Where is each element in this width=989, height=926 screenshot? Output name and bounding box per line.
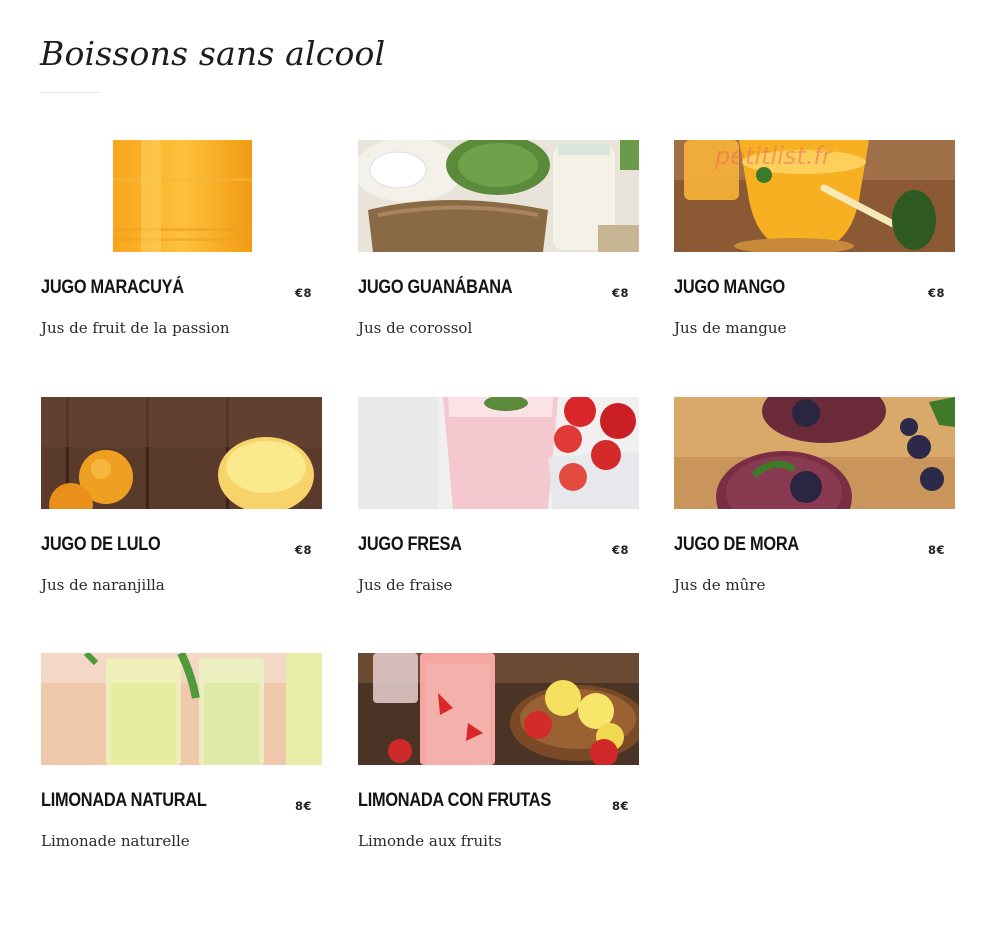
item-price: 8€ (294, 799, 312, 813)
item-description: Limonde aux fruits (358, 832, 502, 850)
drink-photo-mora (674, 397, 955, 509)
item-price: €8 (611, 543, 629, 557)
drink-photo-maracuya (41, 140, 322, 252)
item-description: Jus de fruit de la passion (41, 319, 230, 337)
drink-photo-lulo (41, 397, 322, 509)
item-name: JUGO DE MORA (674, 534, 799, 555)
item-price: €8 (611, 286, 629, 300)
item-price: 8€ (611, 799, 629, 813)
item-name: JUGO FRESA (358, 534, 462, 555)
item-description: Jus de mangue (674, 319, 787, 337)
item-description: Limonade naturelle (41, 832, 190, 850)
drink-photo-limonada-natural (41, 653, 322, 765)
item-price: €8 (294, 543, 312, 557)
item-description: Jus de naranjilla (41, 576, 165, 594)
drink-photo-limonada-con-frutas (358, 653, 639, 765)
item-price: 8€ (927, 543, 945, 557)
item-description: Jus de corossol (358, 319, 473, 337)
item-price: €8 (294, 286, 312, 300)
item-name: LIMONADA CON FRUTAS (358, 790, 551, 811)
item-name: JUGO MANGO (674, 277, 785, 298)
item-price: €8 (927, 286, 945, 300)
drink-photo-guanabana (358, 140, 639, 252)
title-divider (40, 92, 100, 93)
drink-photo-fresa (358, 397, 639, 509)
item-name: JUGO MARACUYÁ (41, 277, 184, 298)
watermark: petitlist.fr (715, 142, 832, 170)
item-name: LIMONADA NATURAL (41, 790, 207, 811)
item-name: JUGO DE LULO (41, 534, 161, 555)
page-title: Boissons sans alcool (40, 34, 386, 73)
item-description: Jus de fraise (358, 576, 453, 594)
item-name: JUGO GUANÁBANA (358, 277, 513, 298)
item-description: Jus de mûre (674, 576, 766, 594)
